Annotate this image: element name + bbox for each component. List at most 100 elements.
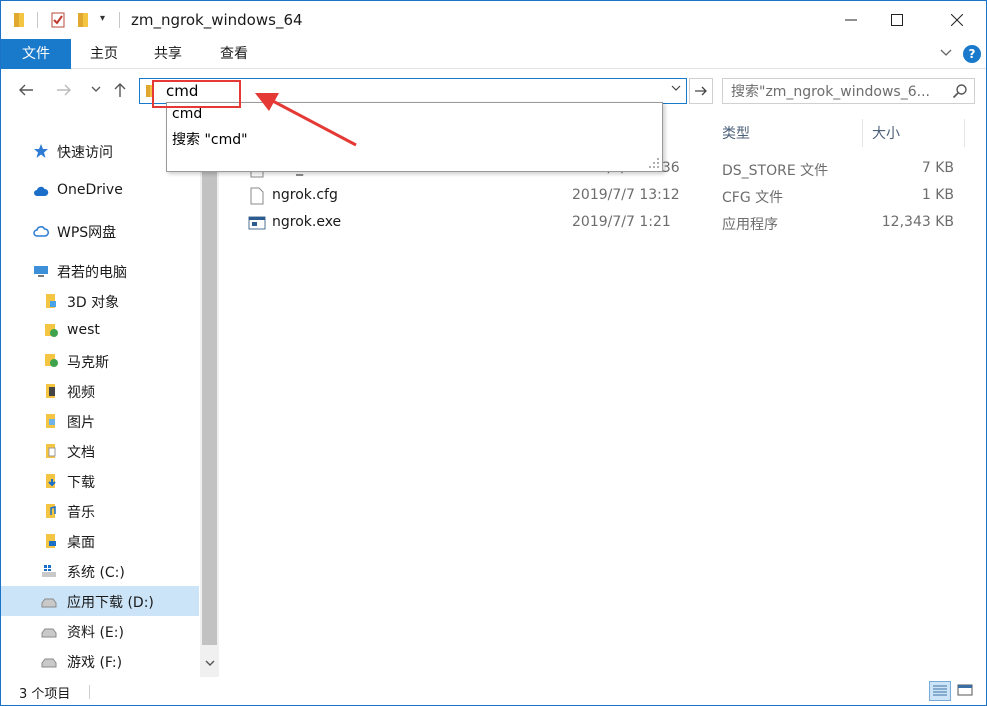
sidebar-item-label: 君若的电脑: [57, 265, 127, 281]
sidebar-item-label: OneDrive: [57, 182, 123, 198]
sidebar-item-wps-cloud[interactable]: WPS网盘: [1, 216, 199, 246]
sidebar-item-west[interactable]: west: [1, 316, 199, 346]
recent-locations-button[interactable]: [85, 81, 107, 103]
up-button[interactable]: [109, 81, 131, 103]
sidebar-item-drive-c[interactable]: 系统 (C:): [1, 556, 199, 586]
maximize-icon: [891, 14, 903, 26]
3d-objects-icon: [46, 294, 56, 308]
customize-toolbar-dropdown[interactable]: ▾: [100, 13, 105, 24]
column-header-size[interactable]: 大小: [872, 123, 900, 143]
go-button[interactable]: [689, 78, 713, 104]
new-folder-icon[interactable]: [75, 11, 93, 29]
sidebar-item-label: 文档: [67, 445, 95, 461]
sidebar-item-drive-e[interactable]: 资料 (E:): [1, 616, 199, 646]
details-view-button[interactable]: [929, 681, 951, 701]
suggestion-item[interactable]: cmd: [172, 106, 202, 122]
sidebar-item-makesi[interactable]: 马克斯: [1, 346, 199, 376]
file-date: 2019/7/7 1:21: [572, 214, 671, 230]
drive-icon: [41, 658, 57, 668]
downloads-folder-icon: [46, 474, 56, 488]
sidebar-item-music[interactable]: 音乐: [1, 496, 199, 526]
ribbon-tabs: 文件 主页 共享 查看 ?: [1, 39, 986, 69]
file-size: 7 KB: [921, 160, 954, 176]
sidebar-item-downloads[interactable]: 下载: [1, 466, 199, 496]
scroll-down-button[interactable]: [201, 657, 218, 673]
back-button[interactable]: [15, 81, 37, 103]
large-icons-view-icon: [957, 684, 973, 696]
search-box[interactable]: [722, 78, 975, 104]
sidebar-item-label: 游戏 (F:): [67, 655, 123, 671]
toolbar-divider: [119, 12, 120, 28]
sidebar-item-videos[interactable]: 视频: [1, 376, 199, 406]
sidebar-item-label: 视频: [67, 385, 95, 401]
column-header-type[interactable]: 类型: [722, 123, 750, 143]
file-name: ngrok.cfg: [272, 187, 338, 203]
sidebar-item-this-pc[interactable]: 君若的电脑: [1, 256, 199, 286]
chevron-down-icon: [91, 86, 101, 92]
sidebar-item-desktop[interactable]: 桌面: [1, 526, 199, 556]
sidebar-item-label: 系统 (C:): [67, 565, 125, 581]
star-icon: [34, 144, 48, 158]
sidebar-item-label: 桌面: [67, 535, 95, 551]
sidebar-item-label: 音乐: [67, 505, 95, 521]
sidebar-item-label: 3D 对象: [67, 295, 120, 311]
tab-file[interactable]: 文件: [1, 39, 71, 69]
sidebar-item-label: 马克斯: [67, 355, 109, 371]
toolbar-divider: [37, 12, 38, 28]
column-divider[interactable]: [862, 119, 863, 147]
close-button[interactable]: [934, 1, 980, 39]
status-bar: 3 个项目: [1, 677, 986, 705]
up-arrow-icon: [114, 83, 126, 97]
cloud-icon: [34, 186, 49, 196]
large-icons-view-button[interactable]: [955, 681, 977, 701]
suggestion-item[interactable]: 搜索 "cmd": [172, 129, 248, 149]
sidebar-item-label: WPS网盘: [57, 225, 117, 241]
tab-home[interactable]: 主页: [73, 39, 135, 69]
desktop-folder-icon: [46, 534, 56, 548]
file-size: 1 KB: [921, 187, 954, 203]
sidebar-item-label: 快速访问: [57, 145, 113, 161]
file-list: 类型 大小 .DS_Store 2019/7/7 13:36 DS_STORE …: [220, 115, 986, 677]
chevron-down-icon: [940, 49, 952, 56]
file-row[interactable]: ngrok.exe 2019/7/7 1:21 应用程序 12,343 KB: [242, 210, 962, 236]
sidebar-item-drive-d[interactable]: 应用下载 (D:): [1, 586, 199, 616]
system-drive-icon: [42, 565, 56, 577]
file-type: CFG 文件: [722, 190, 784, 206]
maximize-button[interactable]: [874, 1, 920, 39]
status-divider: [89, 685, 90, 699]
chevron-down-icon: [671, 85, 681, 91]
minimize-button[interactable]: [828, 1, 874, 39]
file-name: ngrok.exe: [272, 214, 342, 230]
minimize-icon: [845, 19, 857, 21]
search-input[interactable]: [731, 82, 946, 102]
sidebar-item-3d-objects[interactable]: 3D 对象: [1, 286, 199, 316]
sidebar-item-onedrive[interactable]: OneDrive: [1, 176, 199, 206]
file-type: DS_STORE 文件: [722, 163, 829, 179]
help-button[interactable]: ?: [963, 45, 981, 63]
blank-file-icon: [250, 187, 264, 205]
file-type: 应用程序: [722, 217, 778, 233]
pictures-folder-icon: [46, 414, 55, 428]
tab-share[interactable]: 共享: [137, 39, 199, 69]
forward-arrow-icon: [57, 84, 71, 96]
right-arrow-icon: [695, 86, 707, 96]
network-folder-icon: [45, 324, 58, 337]
sidebar-item-pictures[interactable]: 图片: [1, 406, 199, 436]
address-history-dropdown[interactable]: [670, 82, 682, 97]
search-icon[interactable]: [952, 83, 968, 99]
column-divider[interactable]: [964, 119, 965, 147]
tab-view[interactable]: 查看: [203, 39, 265, 69]
file-size: 12,343 KB: [881, 214, 954, 230]
item-count: 3 个项目: [19, 687, 71, 702]
properties-icon[interactable]: [49, 11, 67, 29]
sidebar-item-drive-f[interactable]: 游戏 (F:): [1, 646, 199, 676]
expand-ribbon-button[interactable]: [939, 45, 955, 61]
sidebar-scroll-thumb[interactable]: [202, 125, 217, 645]
resize-grip-icon[interactable]: [648, 157, 660, 169]
file-row[interactable]: ngrok.cfg 2019/7/7 13:12 CFG 文件 1 KB: [242, 183, 962, 209]
computer-icon: [34, 266, 48, 277]
file-date: 2019/7/7 13:12: [572, 187, 680, 203]
sidebar-item-documents[interactable]: 文档: [1, 436, 199, 466]
forward-button[interactable]: [53, 81, 75, 103]
title-bar: ▾ zm_ngrok_windows_64: [1, 1, 986, 39]
